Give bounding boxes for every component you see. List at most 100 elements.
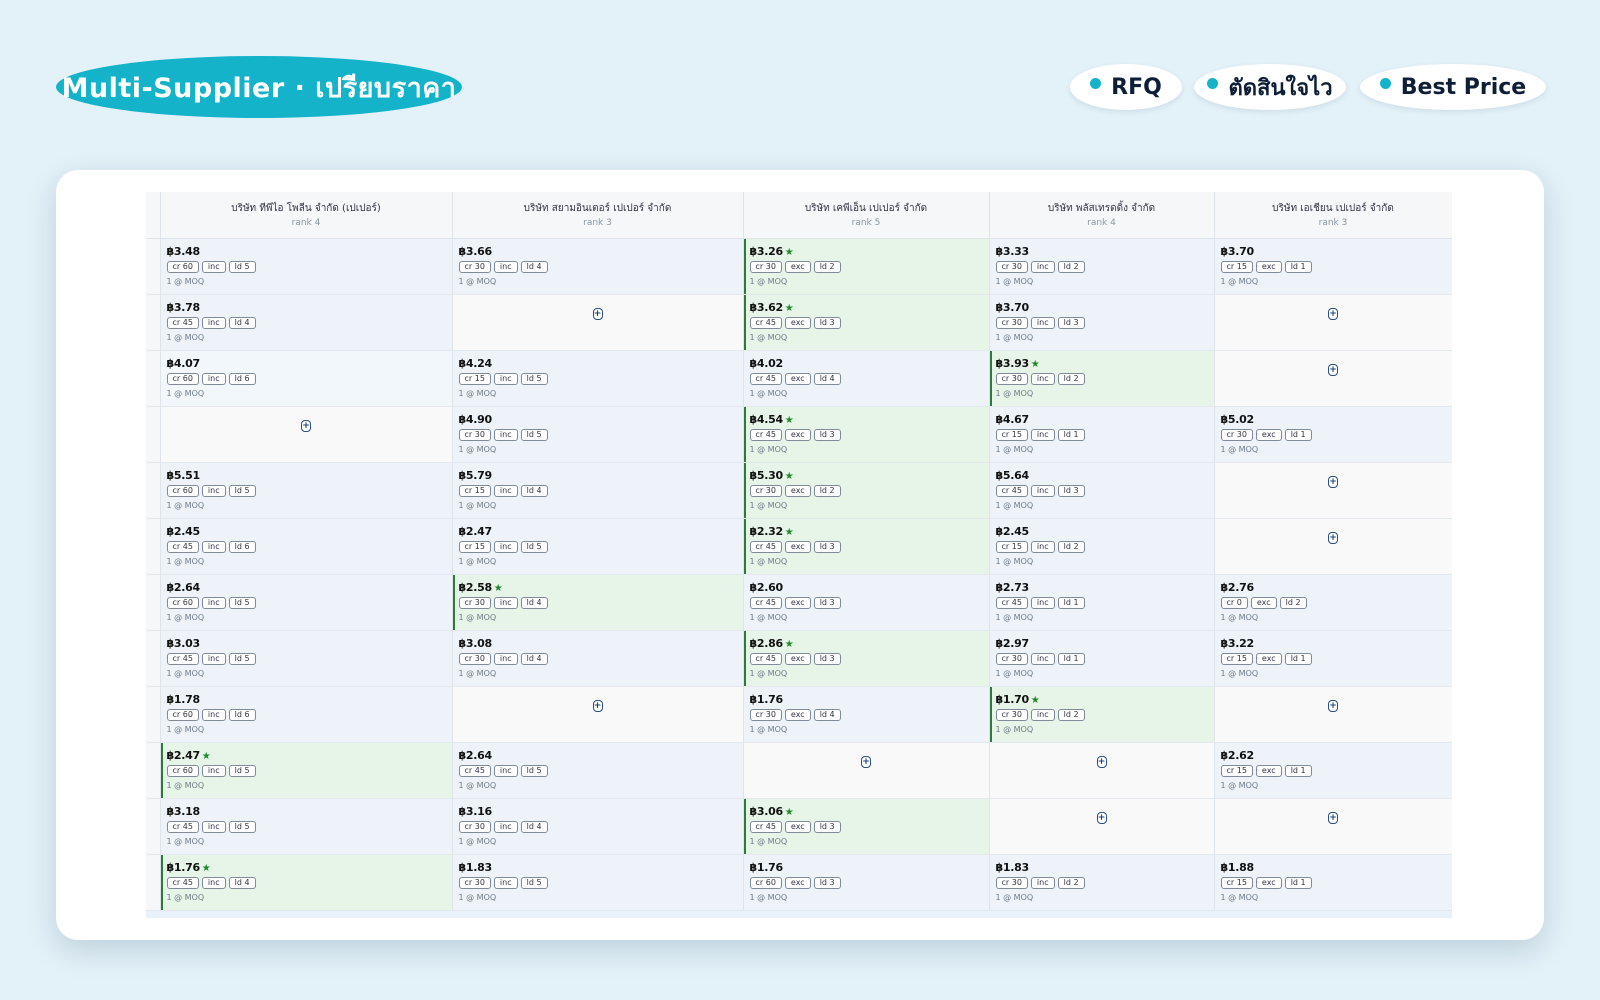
best-quote-cell[interactable]: ฿2.86 ★ cr 45 exc ld 31 @ MOQ bbox=[743, 630, 990, 687]
best-quote-cell[interactable]: ฿1.76 ★ cr 45 inc ld 41 @ MOQ bbox=[160, 854, 453, 911]
tax-badge: inc bbox=[1030, 372, 1055, 385]
quote-cell[interactable]: ฿3.78 cr 45 inc ld 4 1 @ MOQ bbox=[160, 294, 453, 351]
price-value: ฿3.03 bbox=[166, 636, 201, 650]
plus-icon[interactable]: + bbox=[861, 756, 871, 768]
lead-time-badge: ld 5 bbox=[520, 876, 548, 889]
term-badges: cr 45 inc ld 4 bbox=[166, 316, 446, 329]
lead-time-badge: ld 1 bbox=[1284, 652, 1312, 665]
quote-cell[interactable]: ฿1.83 cr 30 inc ld 5 1 @ MOQ bbox=[452, 854, 744, 911]
plus-icon[interactable]: + bbox=[1328, 532, 1338, 544]
best-quote-cell[interactable]: ฿5.30 ★ cr 30 exc ld 21 @ MOQ bbox=[743, 462, 990, 519]
quote-cell[interactable]: ฿1.78 cr 60 inc ld 6 1 @ MOQ bbox=[160, 686, 453, 743]
term-badges: cr 60 inc ld 6 bbox=[166, 372, 446, 385]
moq-text: 1 @ MOQ bbox=[458, 892, 497, 902]
quote-cell[interactable]: ฿1.76 cr 60 exc ld 3 1 @ MOQ bbox=[743, 854, 990, 911]
quote-cell[interactable]: ฿3.66 cr 30 inc ld 4 1 @ MOQ bbox=[452, 238, 744, 295]
quote-cell[interactable]: ฿3.33 cr 30 inc ld 2 1 @ MOQ bbox=[989, 238, 1215, 295]
lead-time-badge: ld 3 bbox=[813, 876, 841, 889]
moq-text: 1 @ MOQ bbox=[749, 444, 788, 454]
quote-cell[interactable]: ฿4.67 cr 15 inc ld 1 1 @ MOQ bbox=[989, 406, 1215, 463]
best-quote-cell[interactable]: ฿4.54 ★ cr 45 exc ld 31 @ MOQ bbox=[743, 406, 990, 463]
quote-cell[interactable]: ฿3.08 cr 30 inc ld 4 1 @ MOQ bbox=[452, 630, 744, 687]
quote-cell[interactable]: ฿2.45 cr 15 inc ld 2 1 @ MOQ bbox=[989, 518, 1215, 575]
moq-text: 1 @ MOQ bbox=[166, 332, 205, 342]
best-quote-cell[interactable]: ฿2.58 ★ cr 30 inc ld 41 @ MOQ bbox=[452, 574, 744, 631]
tax-badge: exc bbox=[784, 540, 811, 553]
quote-cell[interactable]: ฿3.48 cr 60 inc ld 5 1 @ MOQ bbox=[160, 238, 453, 295]
moq-text: 1 @ MOQ bbox=[995, 500, 1034, 510]
quote-cell[interactable]: ฿2.76 cr 0 exc ld 2 1 @ MOQ bbox=[1214, 574, 1452, 631]
quote-cell[interactable]: ฿3.22 cr 15 exc ld 1 1 @ MOQ bbox=[1214, 630, 1452, 687]
tax-badge: inc bbox=[201, 372, 226, 385]
credit-badge: cr 45 bbox=[458, 764, 491, 777]
plus-icon[interactable]: + bbox=[1096, 756, 1107, 768]
credit-badge: cr 45 bbox=[995, 484, 1028, 497]
moq-text: 1 @ MOQ bbox=[1220, 444, 1259, 454]
plus-icon[interactable]: + bbox=[1328, 812, 1338, 824]
supplier-column-header[interactable]: บริษัท ทีพีไอ โพลีน จำกัด (เปเปอร์) rank … bbox=[160, 192, 453, 239]
moq-text: 1 @ MOQ bbox=[749, 892, 788, 902]
term-badges: cr 15 exc ld 1 bbox=[1220, 260, 1446, 273]
quote-cell[interactable]: ฿2.47 cr 15 inc ld 5 1 @ MOQ bbox=[452, 518, 744, 575]
quote-cell[interactable]: ฿5.79 cr 15 inc ld 4 1 @ MOQ bbox=[452, 462, 744, 519]
quote-cell[interactable]: ฿2.64 cr 60 inc ld 5 1 @ MOQ bbox=[160, 574, 453, 631]
plus-icon[interactable]: + bbox=[1328, 364, 1338, 376]
best-quote-cell[interactable]: ฿3.06 ★ cr 45 exc ld 31 @ MOQ bbox=[743, 798, 990, 855]
supplier-column-header[interactable]: บริษัท สยามอินเตอร์ เปเปอร์ จำกัด rank 3 bbox=[452, 192, 744, 239]
best-quote-cell[interactable]: ฿1.70 ★ cr 30 inc ld 21 @ MOQ bbox=[989, 686, 1215, 743]
quote-cell[interactable]: ฿3.70 cr 15 exc ld 1 1 @ MOQ bbox=[1214, 238, 1452, 295]
plus-icon[interactable]: + bbox=[592, 308, 603, 320]
quote-cell[interactable]: ฿4.90 cr 30 inc ld 5 1 @ MOQ bbox=[452, 406, 744, 463]
quote-cell[interactable]: ฿2.73 cr 45 inc ld 1 1 @ MOQ bbox=[989, 574, 1215, 631]
plus-icon[interactable]: + bbox=[592, 700, 603, 712]
lead-time-badge: ld 4 bbox=[520, 484, 548, 497]
quote-cell[interactable]: ฿2.62 cr 15 exc ld 1 1 @ MOQ bbox=[1214, 742, 1452, 799]
quote-cell[interactable]: ฿2.60 cr 45 exc ld 3 1 @ MOQ bbox=[743, 574, 990, 631]
price-line: ฿3.93 ★ bbox=[996, 357, 1208, 370]
quote-cell[interactable]: ฿3.03 cr 45 inc ld 5 1 @ MOQ bbox=[160, 630, 453, 687]
credit-badge: cr 45 bbox=[749, 316, 782, 329]
plus-icon[interactable]: + bbox=[1328, 476, 1338, 488]
quote-cell[interactable]: ฿4.24 cr 15 inc ld 5 1 @ MOQ bbox=[452, 350, 744, 407]
quote-cell[interactable]: ฿5.02 cr 30 exc ld 1 1 @ MOQ bbox=[1214, 406, 1452, 463]
quote-cell[interactable]: ฿2.64 cr 45 inc ld 5 1 @ MOQ bbox=[452, 742, 744, 799]
quote-cell[interactable]: ฿5.64 cr 45 inc ld 3 1 @ MOQ bbox=[989, 462, 1215, 519]
best-star-icon: ★ bbox=[201, 750, 211, 762]
credit-badge: cr 45 bbox=[749, 596, 782, 609]
credit-badge: cr 45 bbox=[166, 540, 199, 553]
price-line: ฿3.18 bbox=[167, 805, 446, 818]
supplier-column-header[interactable]: บริษัท เคพีเอ็น เปเปอร์ จำกัด rank 5 bbox=[743, 192, 990, 239]
quote-cell[interactable]: ฿3.16 cr 30 inc ld 4 1 @ MOQ bbox=[452, 798, 744, 855]
moq-text: 1 @ MOQ bbox=[166, 892, 205, 902]
quote-cell[interactable]: ฿1.88 cr 15 exc ld 1 1 @ MOQ bbox=[1214, 854, 1452, 911]
quote-cell[interactable]: ฿3.70 cr 30 inc ld 3 1 @ MOQ bbox=[989, 294, 1215, 351]
quote-cell[interactable]: ฿4.02 cr 45 exc ld 4 1 @ MOQ bbox=[743, 350, 990, 407]
quote-cell[interactable]: ฿2.97 cr 30 inc ld 1 1 @ MOQ bbox=[989, 630, 1215, 687]
best-star-icon: ★ bbox=[784, 526, 794, 538]
best-quote-cell[interactable]: ฿3.26 ★ cr 30 exc ld 21 @ MOQ bbox=[743, 238, 990, 295]
supplier-column-header[interactable]: บริษัท เอเชียน เปเปอร์ จำกัด rank 3 bbox=[1214, 192, 1452, 239]
price-value: ฿3.33 bbox=[995, 244, 1030, 258]
tax-badge: inc bbox=[1030, 428, 1055, 441]
quote-cell[interactable]: ฿1.83 cr 30 inc ld 2 1 @ MOQ bbox=[989, 854, 1215, 911]
credit-badge: cr 30 bbox=[458, 596, 491, 609]
lead-time-badge: ld 3 bbox=[1057, 316, 1085, 329]
plus-icon[interactable]: + bbox=[1328, 700, 1338, 712]
term-badges: cr 30 inc ld 4 bbox=[458, 596, 737, 609]
quote-cell[interactable]: ฿5.51 cr 60 inc ld 5 1 @ MOQ bbox=[160, 462, 453, 519]
best-quote-cell[interactable]: ฿2.32 ★ cr 45 exc ld 31 @ MOQ bbox=[743, 518, 990, 575]
best-quote-cell[interactable]: ฿3.93 ★ cr 30 inc ld 21 @ MOQ bbox=[989, 350, 1215, 407]
best-star-icon: ★ bbox=[784, 806, 794, 818]
comparison-grid[interactable]: บริษัท ทีพีไอ โพลีน จำกัด (เปเปอร์) rank … bbox=[146, 192, 1452, 918]
plus-icon[interactable]: + bbox=[1328, 308, 1338, 320]
quote-cell[interactable]: ฿3.18 cr 45 inc ld 5 1 @ MOQ bbox=[160, 798, 453, 855]
best-quote-cell[interactable]: ฿2.47 ★ cr 60 inc ld 51 @ MOQ bbox=[160, 742, 453, 799]
price-line: ฿2.62 bbox=[1221, 749, 1446, 762]
plus-icon[interactable]: + bbox=[301, 420, 311, 432]
quote-cell[interactable]: ฿2.45 cr 45 inc ld 6 1 @ MOQ bbox=[160, 518, 453, 575]
quote-cell[interactable]: ฿4.07 cr 60 inc ld 6 1 @ MOQ bbox=[160, 350, 453, 407]
best-quote-cell[interactable]: ฿3.62 ★ cr 45 exc ld 31 @ MOQ bbox=[743, 294, 990, 351]
supplier-column-header[interactable]: บริษัท พลัสเทรดดิ้ง จำกัด rank 4 bbox=[989, 192, 1215, 239]
plus-icon[interactable]: + bbox=[1096, 812, 1107, 824]
quote-cell[interactable]: ฿1.76 cr 30 exc ld 4 1 @ MOQ bbox=[743, 686, 990, 743]
